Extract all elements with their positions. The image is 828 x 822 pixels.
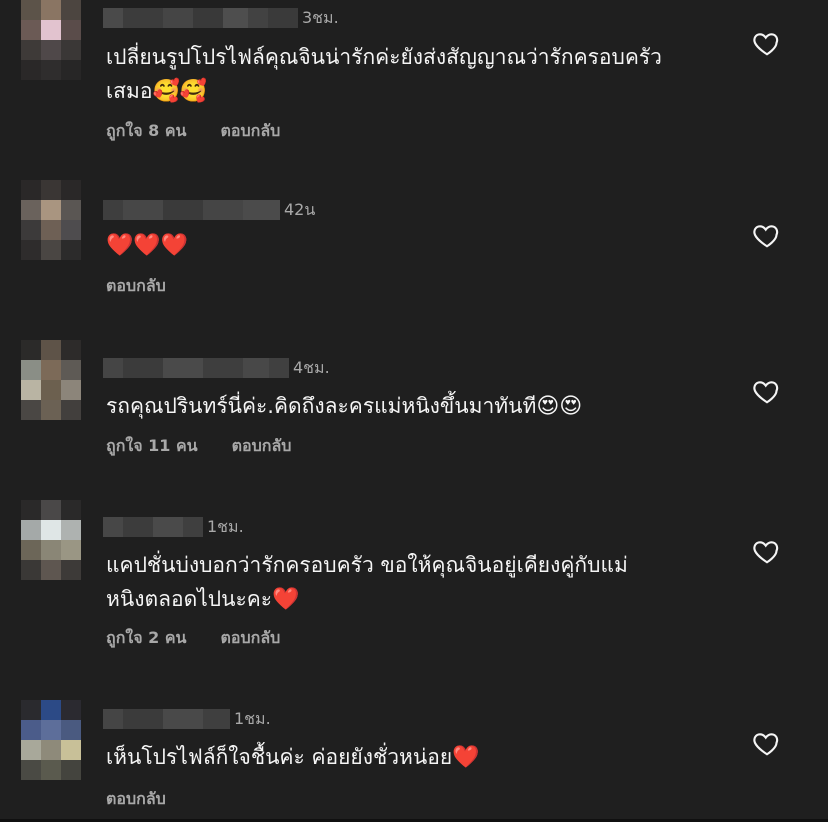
comment-meta: 3ชม. — [103, 8, 339, 28]
avatar[interactable] — [21, 0, 81, 80]
comment-text: ❤️❤️❤️ — [106, 228, 726, 263]
comment-text: เปลี่ยนรูปโปรไฟล์คุณจินน่ารักค่ะยังส่งสั… — [106, 45, 662, 104]
reply-button[interactable]: ตอบกลับ — [232, 434, 292, 459]
comment-item: 1ชม. เห็นโปรไฟล์ก็ใจชื้นค่ะ ค่อยยังชั่วห… — [0, 700, 828, 820]
username-pixelated[interactable] — [103, 709, 230, 729]
comment-time: 1ชม. — [234, 708, 271, 728]
username-pixelated[interactable] — [103, 358, 289, 378]
comment-item: 1ชม. แคปชั่นบ่งบอกว่ารักครอบครัว ขอให้คุ… — [0, 500, 828, 680]
red-heart-emoji: ❤️❤️❤️ — [106, 233, 189, 258]
comment-text: เห็นโปรไฟล์ก็ใจชื้นค่ะ ค่อยยังชั่วหน่อย❤… — [106, 745, 480, 770]
comment-item: 42น ❤️❤️❤️ ตอบกลับ — [0, 180, 828, 320]
comment-actions: ถูกใจ 2 คน ตอบกลับ — [106, 626, 280, 651]
username-pixelated[interactable] — [103, 200, 280, 220]
comment-meta: 1ชม. — [103, 517, 244, 537]
reply-button[interactable]: ตอบกลับ — [106, 787, 166, 812]
comment-text: แคปชั่นบ่งบอกว่ารักครอบครัว ขอให้คุณจินอ… — [106, 553, 628, 612]
comment-meta: 1ชม. — [103, 709, 271, 729]
likes-count[interactable]: ถูกใจ 11 คน — [106, 434, 198, 459]
avatar[interactable] — [21, 180, 81, 260]
username-pixelated[interactable] — [103, 8, 298, 28]
comment-time: 1ชม. — [207, 516, 244, 536]
comment-meta: 42น — [103, 200, 315, 220]
reply-button[interactable]: ตอบกลับ — [220, 119, 280, 144]
heart-outline-icon[interactable] — [752, 376, 782, 406]
red-heart-emoji: ❤️ — [452, 745, 480, 770]
comment-time: 3ชม. — [302, 7, 339, 27]
comment-actions: ถูกใจ 11 คน ตอบกลับ — [106, 434, 291, 459]
comment-time: 4ชม. — [293, 357, 330, 377]
comment-item: 4ชม. รถคุณปรินทร์นี่ค่ะ.คิดถึงละครแม่หนิ… — [0, 340, 828, 490]
comment-time: 42น — [284, 199, 316, 219]
reply-button[interactable]: ตอบกลับ — [106, 274, 166, 299]
comment-text: รถคุณปรินทร์นี่ค่ะ.คิดถึงละครแม่หนิงขึ้น… — [106, 394, 583, 419]
username-pixelated[interactable] — [103, 517, 203, 537]
likes-count[interactable]: ถูกใจ 8 คน — [106, 119, 186, 144]
comment-actions: ตอบกลับ — [106, 274, 166, 299]
heart-outline-icon[interactable] — [752, 728, 782, 758]
heart-outline-icon[interactable] — [752, 536, 782, 566]
comment-actions: ถูกใจ 8 คน ตอบกลับ — [106, 119, 280, 144]
reply-button[interactable]: ตอบกลับ — [220, 626, 280, 651]
heart-eyes-emoji: 😍😍 — [536, 394, 583, 419]
smiling-hearts-emoji: 🥰🥰 — [152, 79, 208, 104]
comment-actions: ตอบกลับ — [106, 787, 166, 812]
heart-outline-icon[interactable] — [752, 220, 782, 250]
comment-meta: 4ชม. — [103, 358, 330, 378]
avatar[interactable] — [21, 500, 81, 580]
avatar[interactable] — [21, 700, 81, 780]
avatar[interactable] — [21, 340, 81, 420]
red-heart-emoji: ❤️ — [272, 587, 300, 612]
likes-count[interactable]: ถูกใจ 2 คน — [106, 626, 186, 651]
comment-item: 3ชม. เปลี่ยนรูปโปรไฟล์คุณจินน่ารักค่ะยัง… — [0, 0, 828, 170]
heart-outline-icon[interactable] — [752, 28, 782, 58]
